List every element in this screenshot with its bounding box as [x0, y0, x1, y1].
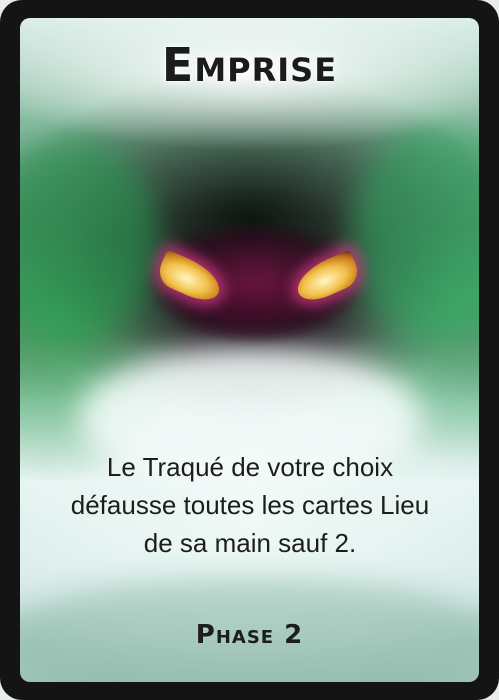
card-title: Emprise: [161, 38, 338, 92]
effect-line: défausse toutes les cartes Lieu: [70, 490, 430, 520]
card-phase: Phase 2: [195, 620, 304, 650]
hunt-card: Emprise Le Traqué de votre choix défauss…: [0, 0, 499, 700]
card-effect-text: Le Traqué de votre choix défausse toutes…: [50, 448, 450, 562]
card-artwork: [20, 18, 479, 682]
effect-line: Le Traqué de votre choix: [106, 452, 394, 482]
effect-line: de sa main sauf 2.: [143, 528, 357, 558]
